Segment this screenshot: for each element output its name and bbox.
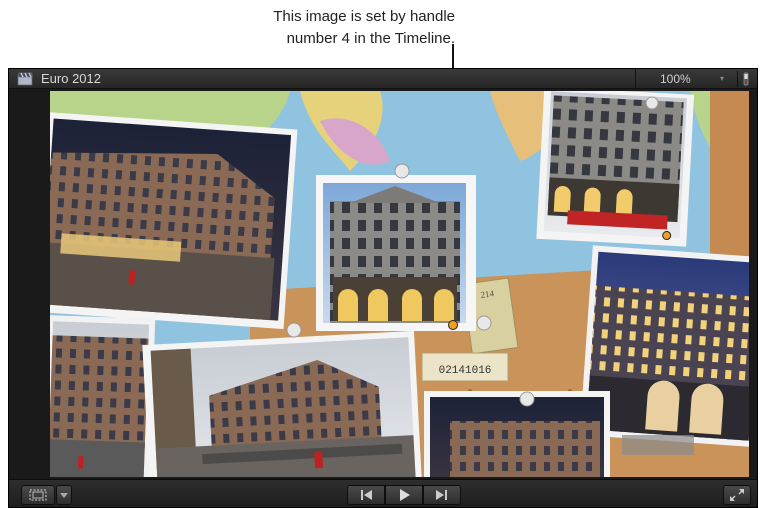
view-options-button[interactable]: [21, 485, 55, 505]
callout-line-2: number 4 in the Timeline.: [286, 30, 455, 47]
play-icon: [400, 489, 410, 501]
play-button[interactable]: [385, 485, 423, 505]
callout-line-1: This image is set by handle: [273, 8, 455, 25]
viewer-titlebar: Euro 2012 100% ▾: [9, 69, 757, 89]
fullscreen-icon: [730, 489, 744, 501]
stamp-number: 02141016: [439, 365, 492, 377]
project-title: Euro 2012: [41, 71, 101, 86]
chevron-down-icon: ▾: [720, 74, 725, 83]
zoom-popup[interactable]: 100% ▾: [635, 69, 735, 89]
view-options-icon: [29, 489, 47, 501]
viewer-window: Euro 2012 100% ▾ 214 02141016: [8, 68, 758, 508]
next-icon: [436, 490, 447, 500]
view-options-menu[interactable]: [56, 485, 72, 505]
fullscreen-button[interactable]: [723, 485, 751, 505]
ticket-number: 214: [480, 288, 495, 300]
callout-annotation: This image is set by handle number 4 in …: [200, 6, 455, 50]
previous-frame-button[interactable]: [347, 485, 385, 505]
previous-icon: [361, 490, 372, 500]
photo-collage: 214 02141016: [50, 91, 749, 477]
video-canvas: 214 02141016: [50, 91, 749, 477]
keyframe-handle-4: [448, 320, 458, 330]
clapboard-icon: [17, 72, 33, 86]
switch-icon[interactable]: [737, 71, 753, 87]
viewer-controls-bar: [9, 479, 757, 507]
chevron-down-icon: [60, 493, 68, 498]
next-frame-button[interactable]: [423, 485, 461, 505]
zoom-value: 100%: [660, 72, 691, 86]
